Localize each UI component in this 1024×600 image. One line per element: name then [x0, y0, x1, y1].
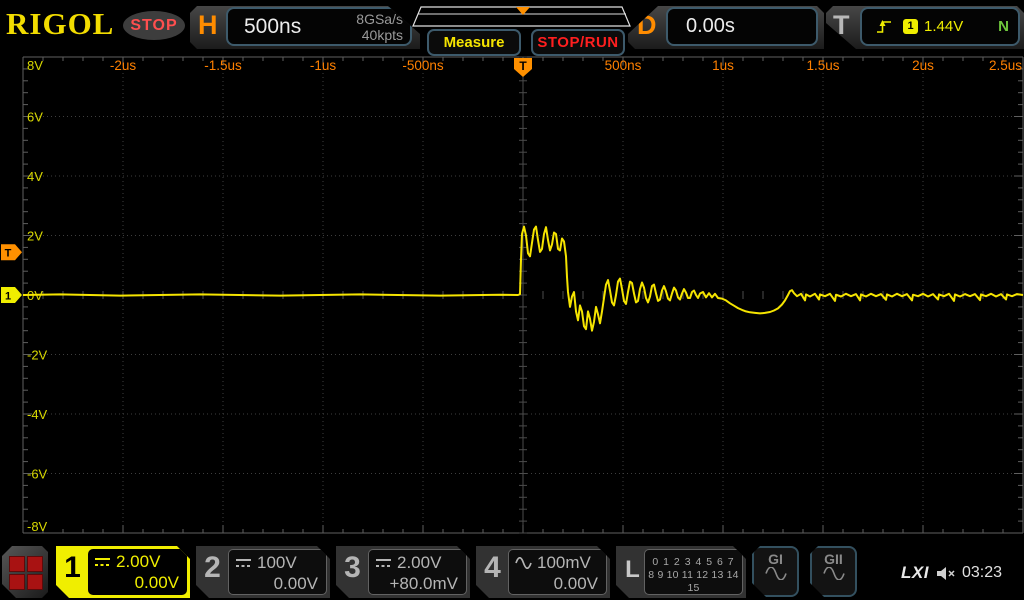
time-axis-label: 2.5us [989, 58, 1022, 73]
channel-offset: 0.00V [553, 574, 598, 593]
channel-number: 1 [64, 551, 81, 584]
volt-axis-label: -6V [27, 467, 48, 482]
channel1-zero-marker[interactable]: 1 [1, 287, 22, 303]
delay-inset: 0.00s [666, 7, 818, 46]
delay-block[interactable]: D 0.00s [628, 6, 824, 49]
svg-text:T: T [5, 248, 12, 260]
menu-grid-icon [9, 574, 25, 590]
volt-axis-label: 8V [27, 58, 43, 73]
channel-scale: 2.00V [116, 552, 161, 571]
trigger-block[interactable]: T 1 1.44V N [826, 6, 1024, 49]
logic-analyzer-block[interactable]: L 0 1 2 3 4 5 6 7 8 9 10 11 12 13 14 15 [616, 546, 746, 598]
trigger-slope-icon [877, 19, 891, 33]
waveform-memory-preview[interactable] [408, 5, 636, 31]
trigger-level-value: 1.44V [924, 18, 964, 35]
time-axis-label: 2us [912, 58, 934, 73]
horizontal-timebase-block[interactable]: H 500ns 8GSa/s 40kpts [190, 6, 420, 49]
acquisition-status-badge: STOP [123, 11, 185, 40]
channel-shape: 3 2.00V +80.0mV [336, 546, 470, 598]
volt-axis-label: -2V [27, 348, 48, 363]
volt-axis-label: 6V [27, 110, 43, 125]
channel-offset: +80.0mV [389, 574, 458, 593]
channel-block-3[interactable]: 3 2.00V +80.0mV [336, 546, 470, 598]
clock: 03:23 [962, 564, 1003, 581]
horizontal-label: H [198, 10, 218, 40]
channel-block-1[interactable]: 1 2.00V 0.00V [56, 546, 190, 598]
volt-axis-label: 4V [27, 169, 43, 184]
generator-2-label: GII [824, 551, 843, 567]
speaker-muted-icon [937, 567, 955, 580]
logic-row-0-7: 0 1 2 3 4 5 6 7 [652, 556, 735, 568]
rigol-logo: RIGOL [6, 6, 115, 41]
time-axis-label: 1us [712, 58, 734, 73]
time-axis-label: -1.5us [204, 58, 242, 73]
channel-readout-box: 100V 0.00V [228, 549, 327, 595]
channel-offset: 0.00V [134, 573, 179, 592]
measure-button[interactable]: Measure [427, 29, 521, 56]
time-axis-label: -1us [310, 58, 337, 73]
channel-number: 3 [344, 551, 361, 584]
volt-axis-label: -4V [27, 407, 48, 422]
dc-coupling-icon [94, 556, 111, 568]
trigger-inset: 1 1.44V N [860, 7, 1020, 46]
sample-rate: 8GSa/s [356, 11, 403, 27]
logic-channels-box: 0 1 2 3 4 5 6 7 8 9 10 11 12 13 14 15 [644, 549, 743, 595]
channel-shape: 4 100mV 0.00V [476, 546, 610, 598]
trigger-position-marker[interactable]: T [514, 58, 532, 77]
channel-scale: 100mV [537, 553, 591, 572]
logic-block-shape: L 0 1 2 3 4 5 6 7 8 9 10 11 12 13 14 15 [616, 546, 746, 598]
timebase-inset: 500ns 8GSa/s 40kpts [226, 7, 412, 46]
channel-block-2[interactable]: 2 100V 0.00V [196, 546, 330, 598]
sine-wave-icon [822, 567, 846, 580]
channel-readout-box: 2.00V 0.00V [88, 549, 187, 595]
svg-text:1: 1 [5, 291, 11, 303]
dc-coupling-icon [375, 557, 392, 569]
generator-1-label: GI [768, 551, 783, 567]
channel-readout-box: 100mV 0.00V [508, 549, 607, 595]
generator-1-button[interactable]: GI [752, 546, 799, 597]
menu-grid-icon [27, 556, 43, 572]
volt-axis-label: -8V [27, 519, 48, 534]
menu-grid-icon [9, 556, 25, 572]
channel-number: 4 [484, 551, 501, 584]
channel-scale: 2.00V [397, 553, 442, 572]
volt-axis-label: 2V [27, 229, 43, 244]
ac-coupling-icon [515, 557, 532, 569]
lxi-logo: LXI [901, 563, 929, 582]
channel-readout-box: 2.00V +80.0mV [368, 549, 467, 595]
time-axis-label: 500ns [605, 58, 642, 73]
channel-shape: 1 2.00V 0.00V [56, 546, 190, 598]
stop-run-button[interactable]: STOP/RUN [531, 29, 625, 56]
time-axis-label: -2us [110, 58, 137, 73]
channel-block-4[interactable]: 4 100mV 0.00V [476, 546, 610, 598]
trigger-mode-indicator: N [998, 18, 1009, 35]
channel-scale: 100V [257, 553, 297, 572]
channel-number: 2 [204, 551, 221, 584]
time-axis-label: -500ns [402, 58, 444, 73]
delay-value: 0.00s [686, 15, 735, 37]
generator-2-button[interactable]: GII [810, 546, 857, 597]
trigger-source-badge: 1 [903, 19, 918, 34]
trigger-level-marker[interactable]: T [1, 244, 22, 261]
channel-shape: 2 100V 0.00V [196, 546, 330, 598]
timebase-value: 500ns [244, 15, 302, 38]
menu-grid-icon [27, 574, 43, 590]
time-axis-label: 1.5us [806, 58, 839, 73]
memory-depth: 40kpts [361, 27, 403, 43]
menu-button[interactable] [2, 546, 48, 598]
svg-text:T: T [519, 59, 527, 73]
oscilloscope-screen: 8V 6V 4V 2V 0V -2V -4V -6V -8V -2us -1.5us -1us -500… [0, 0, 1024, 600]
channel-offset: 0.00V [273, 574, 318, 593]
graticule-canvas: 8V6V4V2V0V-2V-4V-6V-8V-2us -1.5us -1us -500… [1, 56, 1024, 534]
dc-coupling-icon [235, 557, 252, 569]
logic-row-8-15: 8 9 10 11 12 13 14 15 [648, 569, 739, 594]
sample-rate-stack: 8GSa/s 40kpts [356, 11, 403, 43]
sine-wave-icon [764, 567, 788, 580]
